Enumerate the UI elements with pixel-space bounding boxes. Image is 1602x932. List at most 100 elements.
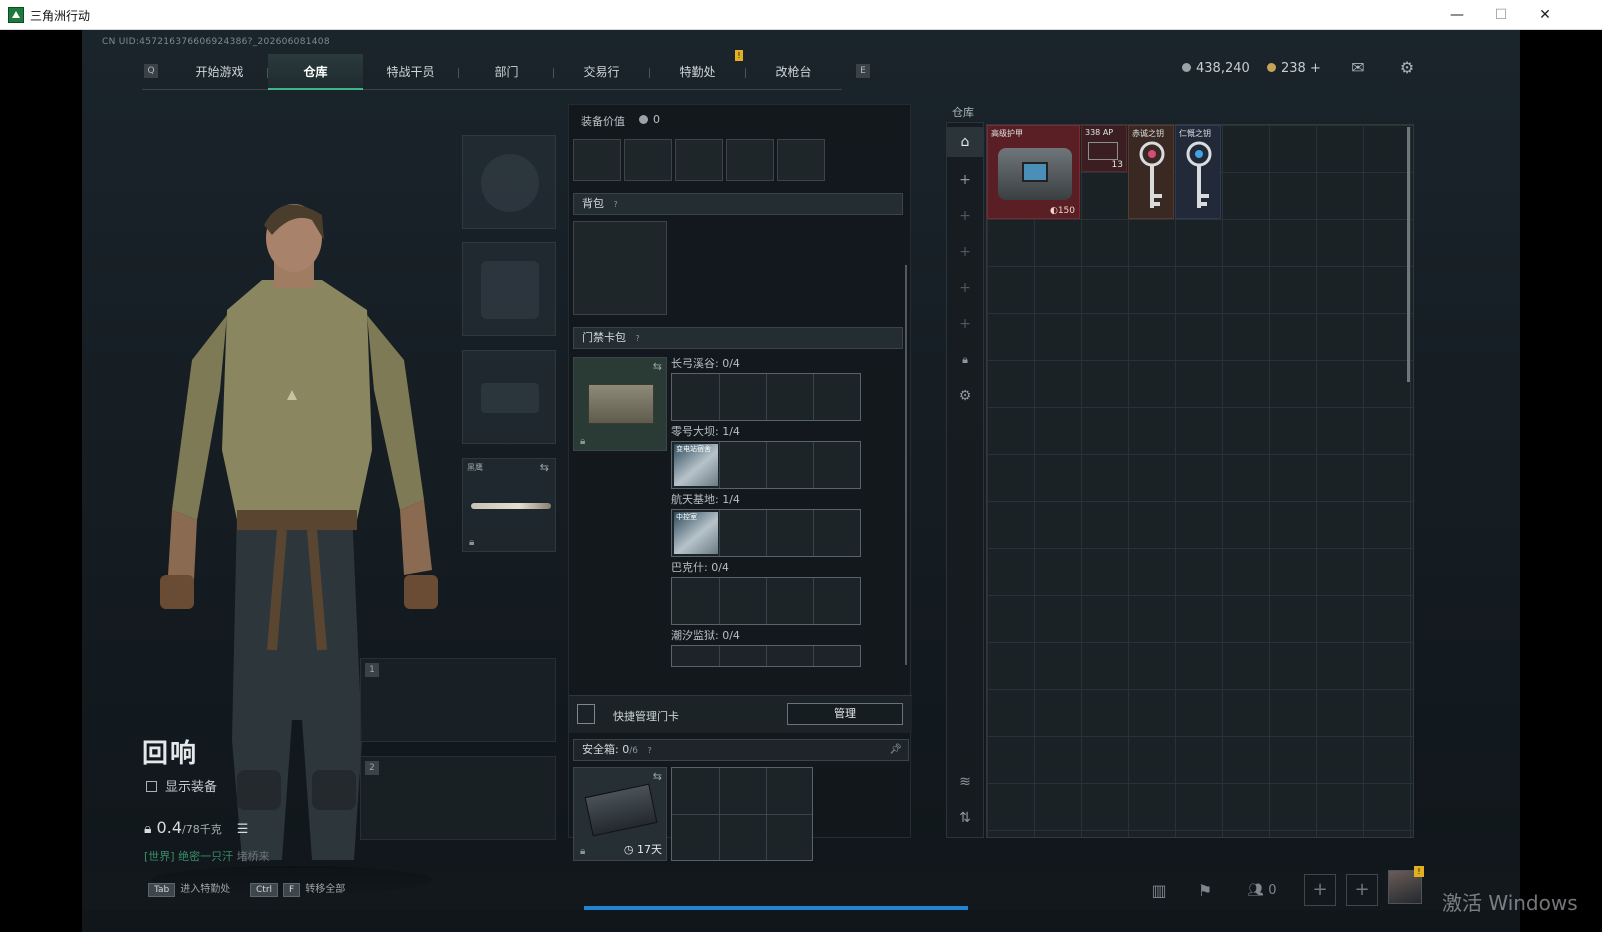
- add-page-icon[interactable]: +: [947, 309, 983, 339]
- pistol-slot[interactable]: [462, 350, 556, 444]
- add-page-icon[interactable]: +: [947, 165, 983, 195]
- windows-activation-watermark: 激活 Windows: [1442, 891, 1578, 915]
- tab-warehouse[interactable]: 仓库: [268, 54, 363, 90]
- minimize-button[interactable]: —: [1442, 4, 1472, 26]
- chest-rig-cell[interactable]: [573, 139, 621, 181]
- nav-prev-key[interactable]: Q: [144, 64, 158, 78]
- keycard-item[interactable]: 变电站宿舍: [674, 444, 718, 486]
- keycard-grid-row[interactable]: [671, 645, 861, 667]
- armor-icon: [998, 148, 1072, 200]
- chest-rig-cell[interactable]: [624, 139, 672, 181]
- keycard-item[interactable]: 中控室: [674, 512, 718, 554]
- add-page-icon[interactable]: +: [947, 237, 983, 267]
- safebox-slot[interactable]: ⇆ 🔒︎ ◷ 17天: [573, 767, 667, 861]
- show-gear-checkbox[interactable]: [146, 781, 157, 792]
- tab-start-game[interactable]: 开始游戏: [172, 54, 267, 90]
- tab-operators[interactable]: 特战干员: [363, 54, 458, 90]
- warehouse-item-armor[interactable]: 高级护甲 ◐150: [987, 125, 1080, 219]
- helmet-slot[interactable]: [462, 135, 556, 229]
- friends-button[interactable]: 👥︎ 0: [1242, 876, 1282, 906]
- coin-amount: 438,240: [1196, 61, 1250, 76]
- list-icon[interactable]: ☰: [237, 822, 249, 837]
- close-button[interactable]: ✕: [1530, 4, 1560, 26]
- keycard-grid-row[interactable]: 变电站宿舍: [671, 441, 861, 489]
- warehouse-item-key-red[interactable]: 赤诚之钥: [1128, 125, 1174, 219]
- key-icon: [1139, 141, 1165, 208]
- hint-transfer-all[interactable]: Ctrl F 转移全部: [250, 880, 345, 897]
- map-keycard-label: 潮汐监狱: 0/4: [671, 629, 740, 642]
- coin-icon: [1182, 63, 1191, 72]
- chest-rig-cell[interactable]: [675, 139, 723, 181]
- nav-next-key[interactable]: E: [856, 64, 870, 78]
- keycard-grid-row[interactable]: [671, 373, 861, 421]
- weapon-slot-number: 2: [365, 761, 379, 775]
- gear-icon[interactable]: ⚙: [947, 381, 983, 411]
- warehouse-title: 仓库: [952, 106, 974, 119]
- add-page-icon[interactable]: +: [947, 273, 983, 303]
- lock-icon: 🔒︎: [144, 821, 152, 837]
- secondary-weapon-slot[interactable]: 2: [360, 756, 556, 840]
- stats-icon[interactable]: ▥: [1144, 876, 1174, 906]
- keycard-case-slot[interactable]: ⇆ 🔒︎: [573, 357, 667, 451]
- sort-icon[interactable]: ⇅: [947, 803, 983, 833]
- safebox-grid[interactable]: [671, 767, 813, 861]
- key-cap: Tab: [148, 883, 176, 897]
- hint-enter-special-ops[interactable]: Tab 进入特勤处: [148, 880, 230, 897]
- primary-weapon-slot[interactable]: 1: [360, 658, 556, 742]
- coin-balance: 438,240: [1182, 61, 1250, 76]
- tab-department[interactable]: 部门: [459, 54, 554, 90]
- keycard-grid-row[interactable]: [671, 577, 861, 625]
- safebox-max: /6: [629, 746, 638, 756]
- avatar-badge: !: [1414, 866, 1424, 877]
- invite-slot-button[interactable]: +: [1346, 874, 1378, 906]
- show-gear-toggle[interactable]: 显示装备: [146, 776, 217, 795]
- chest-rig-cell[interactable]: [777, 139, 825, 181]
- ammo-box-icon: [1088, 142, 1118, 160]
- swap-icon[interactable]: ⇆: [653, 770, 662, 783]
- warehouse-scrollbar[interactable]: [1407, 127, 1410, 382]
- clock-icon: ◷: [623, 843, 634, 856]
- manage-button[interactable]: 管理: [787, 703, 903, 725]
- loadout-value: 0: [653, 113, 660, 126]
- melee-slot[interactable]: 黑鹰 ⇆ 🔒︎: [462, 458, 556, 552]
- layers-icon[interactable]: ≋: [947, 767, 983, 797]
- flag-icon[interactable]: ⚑: [1190, 876, 1220, 906]
- add-page-icon[interactable]: +: [947, 201, 983, 231]
- swap-icon[interactable]: ⇆: [540, 461, 549, 474]
- coin-icon: [639, 115, 648, 124]
- keycard-label: 门禁卡包: [582, 331, 626, 344]
- key-cap: F: [283, 883, 301, 897]
- warehouse-item-ammo[interactable]: 338 AP 13: [1081, 125, 1127, 172]
- gear-icon[interactable]: ⚙: [1397, 59, 1417, 77]
- pin-icon[interactable]: 📌︎: [889, 740, 902, 760]
- item-durability: ◐150: [1049, 206, 1075, 216]
- keycard-grid-row[interactable]: 中控室: [671, 509, 861, 557]
- hint-label: 进入特勤处: [180, 884, 231, 895]
- tab-gunsmith[interactable]: 改枪台: [746, 54, 841, 90]
- backpack-slot[interactable]: [573, 221, 667, 315]
- bond-balance[interactable]: 238 +: [1267, 61, 1321, 76]
- tab-trading[interactable]: 交易行: [554, 54, 649, 90]
- letterbox-right: [1520, 30, 1602, 932]
- loadout-scrollbar[interactable]: [905, 265, 907, 665]
- warehouse-grid[interactable]: [986, 124, 1414, 838]
- item-name: 338 AP: [1085, 128, 1114, 137]
- tab-special-ops[interactable]: 特勤处: [650, 54, 745, 90]
- notification-badge: !: [735, 50, 743, 61]
- warehouse-main-icon[interactable]: ⌂: [947, 127, 983, 157]
- world-chat-line[interactable]: [世界] 绝密一只汗 堵桥来: [144, 848, 270, 864]
- keycard-name: 中控室: [676, 513, 697, 521]
- mail-icon[interactable]: ✉: [1348, 59, 1368, 77]
- maximize-button[interactable]: ☐: [1486, 4, 1516, 26]
- chest-rig-cell[interactable]: [726, 139, 774, 181]
- invite-slot-button[interactable]: +: [1304, 874, 1336, 906]
- help-icon[interactable]: ?: [636, 334, 640, 343]
- lock-icon[interactable]: 🔒︎: [947, 345, 983, 375]
- swap-icon[interactable]: ⇆: [653, 360, 662, 373]
- help-icon[interactable]: ?: [647, 746, 651, 755]
- help-icon[interactable]: ?: [614, 200, 618, 209]
- armor-slot[interactable]: [462, 242, 556, 336]
- warehouse-item-key-blue[interactable]: 仁慨之钥: [1175, 125, 1221, 219]
- character-name: 回响: [142, 739, 199, 769]
- window-title: 三角洲行动: [30, 9, 91, 23]
